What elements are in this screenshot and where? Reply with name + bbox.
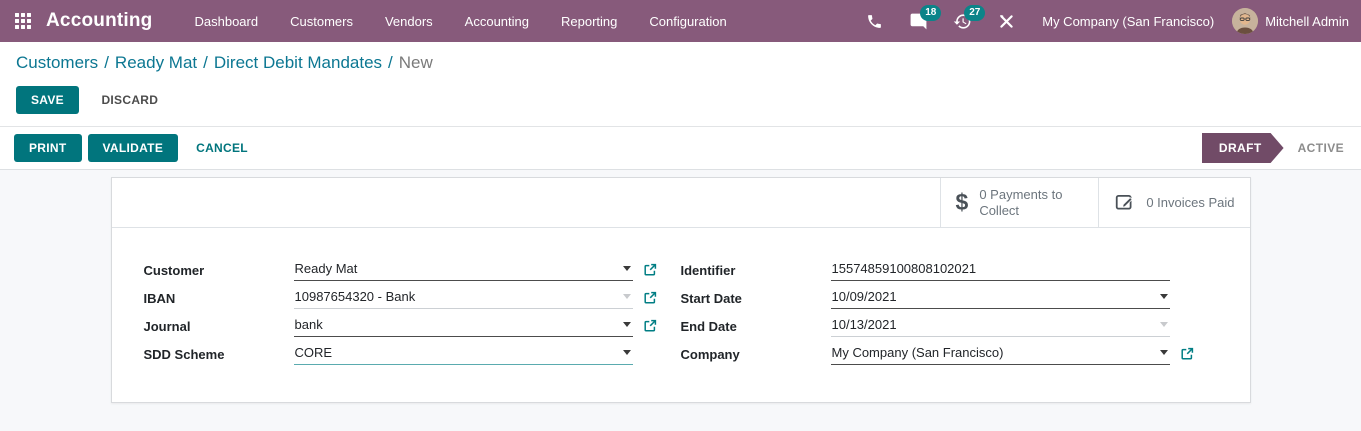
- identifier-field-row: Identifier 15574859100808102021: [681, 256, 1194, 284]
- edit-square-icon: [1114, 191, 1135, 215]
- end-date-field-row: End Date 10/13/2021: [681, 312, 1194, 340]
- company-dropdown-caret[interactable]: [1159, 350, 1168, 355]
- messages-icon[interactable]: 18: [908, 5, 942, 31]
- phone-icon[interactable]: [864, 11, 884, 31]
- cancel-button[interactable]: CANCEL: [184, 134, 260, 162]
- form-right-column: Identifier 15574859100808102021 Start Da…: [681, 256, 1194, 368]
- journal-dropdown-caret[interactable]: [622, 322, 631, 327]
- breadcrumb-current: New: [398, 53, 433, 72]
- print-button[interactable]: PRINT: [14, 134, 82, 162]
- customer-external-link-icon[interactable]: [643, 263, 657, 277]
- sdd-scheme-field-row: SDD Scheme CORE: [144, 340, 657, 368]
- invoices-paid-button[interactable]: 0 Invoices Paid: [1098, 178, 1249, 227]
- customer-field-row: Customer Ready Mat: [144, 256, 657, 284]
- menu-dashboard[interactable]: Dashboard: [179, 0, 275, 42]
- content-area: $ 0 Payments to Collect 0 Invoices Paid …: [0, 177, 1361, 431]
- activities-icon[interactable]: 27: [952, 5, 986, 31]
- validate-button[interactable]: VALIDATE: [87, 134, 179, 162]
- sdd-scheme-dropdown-caret[interactable]: [622, 350, 631, 355]
- identifier-label: Identifier: [680, 262, 736, 278]
- iban-field-row: IBAN 10987654320 - Bank: [144, 284, 657, 312]
- sdd-scheme-label: SDD Scheme: [143, 346, 225, 362]
- identifier-input[interactable]: 15574859100808102021: [830, 259, 1170, 281]
- form-body: Customer Ready Mat IBAN 10987654320 - Ba…: [112, 228, 1250, 404]
- mandate-form-sheet: $ 0 Payments to Collect 0 Invoices Paid …: [110, 177, 1251, 404]
- activities-count-badge: 27: [964, 5, 986, 21]
- user-avatar: [1232, 8, 1259, 34]
- payments-to-collect-button[interactable]: $ 0 Payments to Collect: [939, 178, 1099, 227]
- stage-draft[interactable]: DRAFT: [1202, 133, 1284, 163]
- menu-vendors[interactable]: Vendors: [369, 0, 449, 42]
- invoices-count: 0: [1146, 194, 1154, 210]
- messages-count-badge: 18: [920, 5, 942, 21]
- start-date-field-row: Start Date 10/09/2021: [681, 284, 1194, 312]
- company-label: Company: [680, 346, 740, 362]
- top-navbar: Accounting Dashboard Customers Vendors A…: [0, 0, 1361, 42]
- company-input[interactable]: My Company (San Francisco): [830, 343, 1170, 365]
- journal-input[interactable]: bank: [293, 315, 633, 337]
- journal-field-row: Journal bank: [144, 312, 657, 340]
- payments-count: 0: [979, 186, 987, 202]
- iban-dropdown-caret[interactable]: [622, 294, 631, 299]
- start-date-dropdown-caret[interactable]: [1159, 294, 1168, 299]
- customer-dropdown-caret[interactable]: [622, 266, 631, 271]
- stat-button-bar: $ 0 Payments to Collect 0 Invoices Paid: [111, 178, 1250, 228]
- journal-external-link-icon[interactable]: [643, 319, 657, 333]
- iban-input[interactable]: 10987654320 - Bank: [293, 287, 633, 309]
- menu-reporting[interactable]: Reporting: [545, 0, 633, 42]
- stage-active[interactable]: ACTIVE: [1298, 141, 1344, 155]
- company-external-link-icon[interactable]: [1180, 347, 1194, 361]
- journal-label: Journal: [143, 318, 191, 334]
- breadcrumb-separator: /: [104, 53, 109, 72]
- start-date-input[interactable]: 10/09/2021: [830, 287, 1170, 309]
- menu-configuration[interactable]: Configuration: [633, 0, 742, 42]
- breadcrumb-direct-debit-mandates[interactable]: Direct Debit Mandates: [214, 53, 382, 72]
- company-switcher[interactable]: My Company (San Francisco): [1042, 14, 1214, 29]
- end-date-dropdown-caret[interactable]: [1159, 322, 1168, 327]
- dollar-icon: $: [955, 189, 969, 215]
- user-menu[interactable]: Mitchell Admin: [1232, 8, 1349, 34]
- breadcrumb-customers[interactable]: Customers: [16, 53, 98, 72]
- iban-label: IBAN: [143, 290, 176, 306]
- start-date-label: Start Date: [680, 290, 742, 306]
- apps-menu-button[interactable]: [0, 0, 46, 42]
- breadcrumb-separator: /: [388, 53, 393, 72]
- tools-icon[interactable]: [996, 11, 1016, 31]
- systray: 18 27 My Company (San Francisco) Mitchel…: [852, 5, 1349, 34]
- payments-label: Payments to Collect: [979, 186, 1063, 218]
- customer-label: Customer: [143, 262, 205, 278]
- company-field-row: Company My Company (San Francisco): [681, 340, 1194, 368]
- control-panel: Customers / Ready Mat / Direct Debit Mandate…: [0, 42, 1361, 126]
- sdd-scheme-select[interactable]: CORE: [293, 343, 633, 365]
- stage-widget: DRAFT ACTIVE: [1202, 133, 1361, 163]
- statusbar: PRINT VALIDATE CANCEL DRAFT ACTIVE: [0, 126, 1361, 170]
- app-name: Accounting: [46, 10, 153, 31]
- customer-input[interactable]: Ready Mat: [293, 259, 633, 281]
- end-date-label: End Date: [680, 318, 737, 334]
- breadcrumb: Customers / Ready Mat / Direct Debit Mandate…: [16, 53, 1345, 73]
- save-button[interactable]: SAVE: [16, 86, 79, 114]
- main-menu: Dashboard Customers Vendors Accounting R…: [179, 0, 743, 42]
- discard-button[interactable]: DISCARD: [89, 86, 170, 114]
- end-date-input[interactable]: 10/13/2021: [830, 315, 1170, 337]
- user-name: Mitchell Admin: [1265, 13, 1349, 29]
- form-left-column: Customer Ready Mat IBAN 10987654320 - Ba…: [144, 256, 657, 368]
- iban-external-link-icon[interactable]: [643, 291, 657, 305]
- apps-grid-icon: [15, 13, 31, 29]
- breadcrumb-separator: /: [203, 53, 208, 72]
- invoices-label: Invoices Paid: [1157, 194, 1235, 210]
- menu-customers[interactable]: Customers: [274, 0, 369, 42]
- breadcrumb-ready-mat[interactable]: Ready Mat: [115, 53, 197, 72]
- menu-accounting[interactable]: Accounting: [449, 0, 545, 42]
